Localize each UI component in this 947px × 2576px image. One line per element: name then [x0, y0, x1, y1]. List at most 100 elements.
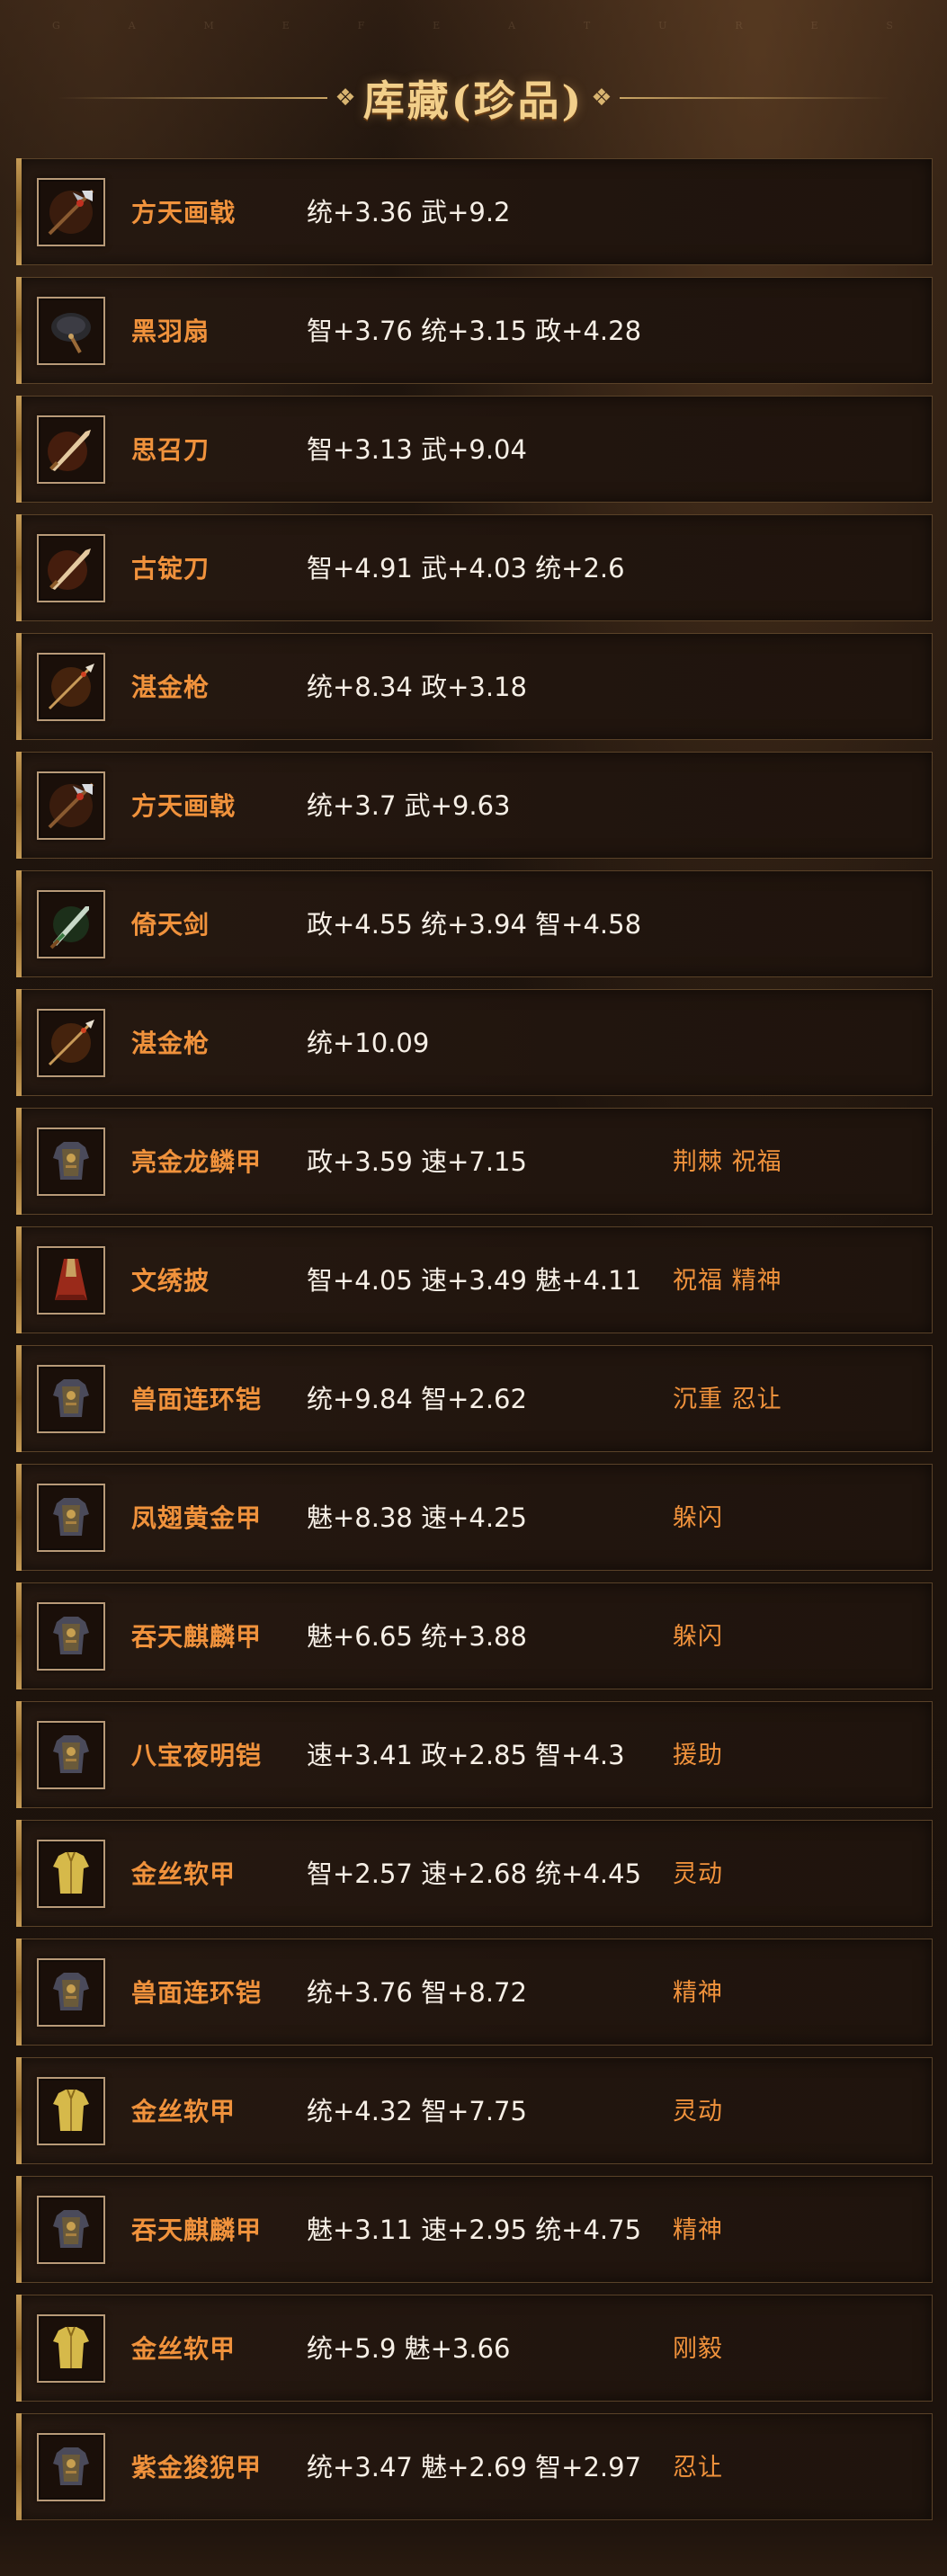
section-header: ❖ 库藏(珍品) ❖ [0, 58, 947, 138]
item-stats: 魅+6.65 统+3.88 [307, 1621, 527, 1652]
treasure-row[interactable]: 兽面连环铠 统+3.76 智+8.72 精神 [16, 1939, 933, 2046]
item-stats: 速+3.41 政+2.85 智+4.3 [307, 1740, 625, 1770]
row-accent-edge [16, 2295, 22, 2402]
halberd-icon[interactable] [37, 178, 105, 246]
treasure-row[interactable]: 思召刀 智+3.13 武+9.04 [16, 396, 933, 503]
watermark-letter: A [128, 20, 138, 31]
row-accent-edge [16, 633, 22, 740]
item-skills: 沉重 忍让 [673, 1386, 782, 1413]
row-accent-edge [16, 2057, 22, 2164]
feather-fan-icon[interactable] [37, 297, 105, 365]
blade-icon[interactable] [37, 415, 105, 484]
item-stats: 统+10.09 [307, 1028, 430, 1058]
item-stats: 政+3.59 速+7.15 [307, 1146, 527, 1177]
treasure-row[interactable]: 紫金狻猊甲 统+3.47 魅+2.69 智+2.97 忍让 [16, 2413, 933, 2520]
watermark-letter: R [735, 20, 745, 31]
vest-icon[interactable] [37, 2314, 105, 2383]
row-accent-edge [16, 1701, 22, 1808]
item-stats: 智+2.57 速+2.68 统+4.45 [307, 1858, 642, 1889]
row-accent-edge [16, 2413, 22, 2520]
item-skills: 援助 [673, 1742, 723, 1769]
item-stats: 智+4.05 速+3.49 魅+4.11 [307, 1265, 642, 1296]
row-accent-edge [16, 1226, 22, 1333]
treasure-row[interactable]: 方天画戟 统+3.36 武+9.2 [16, 158, 933, 265]
item-stats: 智+3.76 统+3.15 政+4.28 [307, 316, 642, 346]
ornament-icon: ❖ [591, 85, 612, 111]
cloak-icon[interactable] [37, 1246, 105, 1315]
armor-icon[interactable] [37, 1128, 105, 1196]
treasure-row[interactable]: 湛金枪 统+10.09 [16, 989, 933, 1096]
item-name: 吞天麒麟甲 [131, 1622, 263, 1652]
header-divider-left [58, 97, 328, 99]
watermark-letter: E [433, 20, 442, 31]
treasure-list: 方天画戟 统+3.36 武+9.2 黑羽扇 智+3.76 统+3.15 政+4.28 思… [16, 158, 933, 2532]
watermark-letter: T [583, 20, 593, 31]
watermark-letter: E [810, 20, 820, 31]
treasure-row[interactable]: 方天画戟 统+3.7 武+9.63 [16, 752, 933, 859]
row-accent-edge [16, 1345, 22, 1452]
watermark-letter: G [52, 20, 62, 31]
item-stats: 统+4.32 智+7.75 [307, 2096, 527, 2126]
sword-icon[interactable] [37, 890, 105, 958]
treasure-row[interactable]: 古锭刀 智+4.91 武+4.03 统+2.6 [16, 514, 933, 621]
armor-icon[interactable] [37, 1721, 105, 1789]
treasure-row[interactable]: 凤翅黄金甲 魅+8.38 速+4.25 躲闪 [16, 1464, 933, 1571]
item-name: 湛金枪 [131, 673, 210, 702]
treasure-row[interactable]: 八宝夜明铠 速+3.41 政+2.85 智+4.3 援助 [16, 1701, 933, 1808]
item-name: 倚天剑 [131, 910, 210, 940]
item-name: 吞天麒麟甲 [131, 2215, 263, 2245]
vest-icon[interactable] [37, 1840, 105, 1908]
bottom-fade [0, 2513, 947, 2576]
item-name: 凤翅黄金甲 [131, 1503, 263, 1533]
item-name: 金丝软甲 [131, 2334, 237, 2364]
item-name: 思召刀 [131, 435, 210, 465]
treasure-row[interactable]: 兽面连环铠 统+9.84 智+2.62 沉重 忍让 [16, 1345, 933, 1452]
treasure-row[interactable]: 亮金龙鳞甲 政+3.59 速+7.15 荆棘 祝福 [16, 1108, 933, 1215]
item-name: 古锭刀 [131, 554, 210, 584]
row-accent-edge [16, 514, 22, 621]
treasure-row[interactable]: 湛金枪 统+8.34 政+3.18 [16, 633, 933, 740]
spear-icon[interactable] [37, 653, 105, 721]
treasure-row[interactable]: 吞天麒麟甲 魅+6.65 统+3.88 躲闪 [16, 1582, 933, 1689]
treasure-row[interactable]: 金丝软甲 统+5.9 魅+3.66 刚毅 [16, 2295, 933, 2402]
item-skills: 忍让 [673, 2454, 723, 2482]
spear-icon[interactable] [37, 1009, 105, 1077]
armor-icon[interactable] [37, 2196, 105, 2264]
item-skills: 躲闪 [673, 1623, 723, 1651]
item-stats: 魅+3.11 速+2.95 统+4.75 [307, 2215, 642, 2245]
row-accent-edge [16, 989, 22, 1096]
armor-icon[interactable] [37, 1484, 105, 1552]
treasure-row[interactable]: 黑羽扇 智+3.76 统+3.15 政+4.28 [16, 277, 933, 384]
treasure-row[interactable]: 倚天剑 政+4.55 统+3.94 智+4.58 [16, 870, 933, 977]
blade-icon[interactable] [37, 534, 105, 602]
watermark-letter: A [508, 20, 518, 31]
armor-icon[interactable] [37, 1958, 105, 2027]
armor-icon[interactable] [37, 1602, 105, 1671]
watermark-letter: U [658, 20, 669, 31]
item-name: 兽面连环铠 [131, 1385, 263, 1414]
treasure-row[interactable]: 金丝软甲 统+4.32 智+7.75 灵动 [16, 2057, 933, 2164]
vest-icon[interactable] [37, 2077, 105, 2145]
row-accent-edge [16, 1820, 22, 1927]
item-skills: 躲闪 [673, 1504, 723, 1532]
treasure-row[interactable]: 吞天麒麟甲 魅+3.11 速+2.95 统+4.75 精神 [16, 2176, 933, 2283]
item-name: 兽面连环铠 [131, 1978, 263, 2008]
row-accent-edge [16, 158, 22, 265]
item-stats: 统+3.47 魅+2.69 智+2.97 [307, 2452, 642, 2482]
item-stats: 统+3.76 智+8.72 [307, 1977, 527, 2008]
row-accent-edge [16, 396, 22, 503]
watermark-letter: F [357, 20, 367, 31]
armor-icon[interactable] [37, 1365, 105, 1433]
halberd-icon[interactable] [37, 771, 105, 840]
item-name: 方天画戟 [131, 791, 237, 821]
item-skills: 荆棘 祝福 [673, 1148, 782, 1176]
row-accent-edge [16, 1582, 22, 1689]
item-stats: 统+8.34 政+3.18 [307, 672, 527, 702]
item-skills: 灵动 [673, 1860, 723, 1888]
treasure-row[interactable]: 金丝软甲 智+2.57 速+2.68 统+4.45 灵动 [16, 1820, 933, 1927]
item-name: 黑羽扇 [131, 316, 210, 346]
treasure-row[interactable]: 文绣披 智+4.05 速+3.49 魅+4.11 祝福 精神 [16, 1226, 933, 1333]
item-name: 湛金枪 [131, 1029, 210, 1058]
row-accent-edge [16, 277, 22, 384]
armor-icon[interactable] [37, 2433, 105, 2501]
